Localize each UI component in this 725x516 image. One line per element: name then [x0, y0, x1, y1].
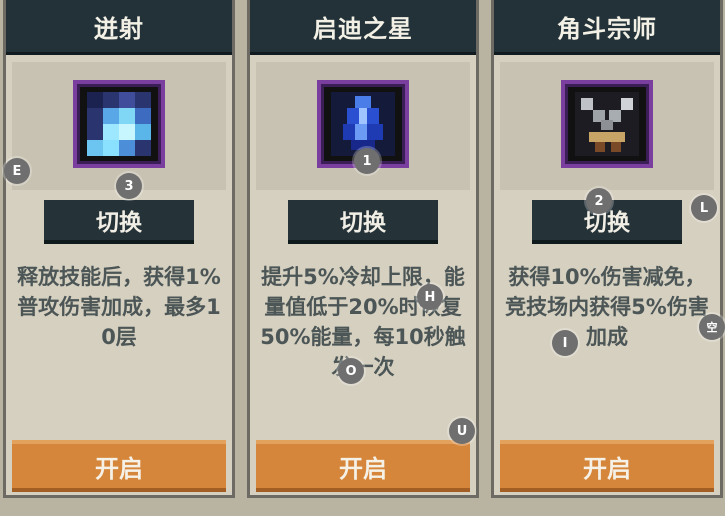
switch-button[interactable]: 切换: [44, 200, 194, 244]
talent-card-2: 启迪之星 切换 提升5%冷却上限，能量值低于20%时恢复50%能量，每10秒触发…: [247, 0, 479, 498]
blue-shard-icon: [73, 80, 165, 168]
talent-description: 提升5%冷却上限，能量值低于20%时恢复50%能量，每10秒触发一次: [260, 265, 466, 379]
talent-description: 获得10%伤害减免，竞技场内获得5%伤害加成: [505, 265, 709, 349]
hotkey-badge-h: H: [417, 284, 443, 310]
switch-button[interactable]: 切换: [288, 200, 438, 244]
hotkey-badge-u: U: [449, 418, 475, 444]
hotkey-badge-l: L: [691, 195, 717, 221]
hotkey-badge-space: 空: [699, 314, 725, 340]
open-button[interactable]: 开启: [12, 440, 226, 492]
hotkey-badge-2: 2: [586, 188, 612, 214]
hotkey-badge-i: I: [552, 330, 578, 356]
open-button[interactable]: 开启: [500, 440, 714, 492]
hotkey-badge-3: 3: [116, 173, 142, 199]
card-title: 迸射: [6, 0, 232, 55]
open-button[interactable]: 开启: [256, 440, 470, 492]
talent-card-3: 角斗宗师 切换 获得10%伤害减免，竞技场内获得5%伤害加成 开启: [491, 0, 723, 498]
icon-area: [500, 62, 714, 190]
talent-card-1: 迸射 切换 释放技能后，获得1%普攻伤害加成，最多10层 开启: [3, 0, 235, 498]
hotkey-badge-o: O: [338, 358, 364, 384]
hotkey-badge-1: 1: [354, 148, 380, 174]
card-title: 角斗宗师: [494, 0, 720, 55]
icon-area: [12, 62, 226, 190]
talent-description: 释放技能后，获得1%普攻伤害加成，最多10层: [17, 265, 221, 349]
hotkey-badge-e: E: [4, 158, 30, 184]
crossed-swords-icon: [561, 80, 653, 168]
card-title: 启迪之星: [250, 0, 476, 55]
